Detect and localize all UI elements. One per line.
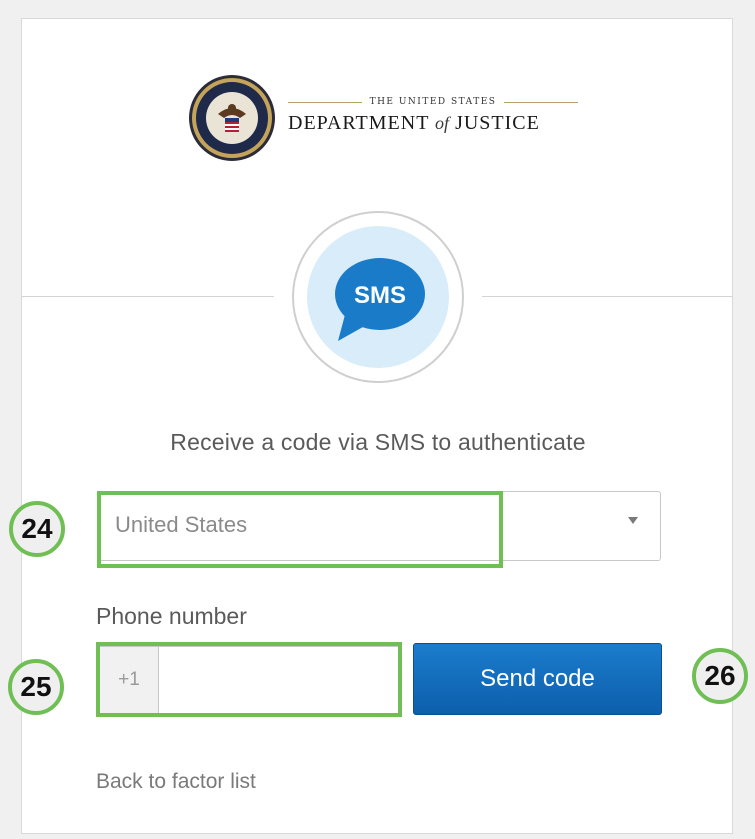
logo-of: of [435,113,450,133]
sms-bubble-icon: SMS [307,226,449,368]
logo-justice: JUSTICE [455,112,540,134]
factor-title: Receive a code via SMS to authenticate [170,429,586,455]
annotation-badge-26: 26 [692,648,748,704]
login-card: THE UNITED STATES DEPARTMENT of JUSTICE … [21,18,733,834]
annotation-badge-25: 25 [8,659,64,715]
annotation-badge-24: 24 [9,501,65,557]
country-code-prefix: +1 [100,647,159,713]
divider-left [22,296,274,297]
chevron-down-icon [628,517,638,524]
country-select[interactable]: United States [99,491,661,561]
back-to-factor-list-link[interactable]: Back to factor list [96,770,256,794]
sms-badge-text: SMS [354,282,406,309]
doj-seal-icon [189,75,275,161]
send-code-button[interactable]: Send code [413,643,662,715]
doj-logo: THE UNITED STATES DEPARTMENT of JUSTICE [188,74,588,164]
phone-number-group: +1 [99,646,399,714]
phone-number-label: Phone number [96,603,247,629]
logo-department: DEPARTMENT [288,112,430,134]
logo-line1: THE UNITED STATES [369,97,497,107]
phone-number-input[interactable] [159,647,398,713]
divider-right [482,296,733,297]
country-select-value: United States [115,512,248,537]
logo-wordmark: DEPARTMENT of JUSTICE [288,112,588,135]
factor-badge: SMS [292,211,464,383]
